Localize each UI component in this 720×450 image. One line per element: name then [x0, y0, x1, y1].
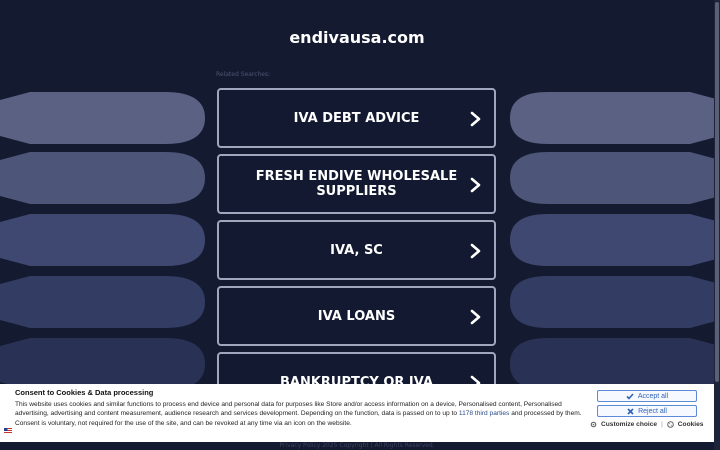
consent-body: This website uses cookies and similar fu…: [15, 400, 587, 428]
chevron-right-icon: [470, 309, 481, 325]
consent-secondary-links: Customize choice | Cookies: [590, 421, 703, 428]
consent-title: Consent to Cookies & Data processing: [15, 388, 154, 397]
close-icon: [627, 407, 634, 415]
result-label: IVA DEBT ADVICE: [293, 110, 420, 126]
chevron-right-icon: [470, 111, 481, 127]
result-link-iva-loans[interactable]: IVA LOANS: [217, 286, 496, 346]
site-title: endivausa.com: [289, 28, 425, 47]
accept-all-label: Accept all: [637, 392, 669, 400]
chevron-right-icon: [470, 243, 481, 259]
result-link-iva-sc[interactable]: IVA, SC: [217, 220, 496, 280]
related-searches-label: Related Searches:: [216, 71, 271, 78]
result-link-fresh-endive-wholesale-suppliers[interactable]: FRESH ENDIVE WHOLESALE SUPPLIERS: [217, 154, 496, 214]
accept-all-button[interactable]: Accept all: [597, 390, 697, 402]
reject-all-label: Reject all: [638, 407, 667, 415]
check-icon: [626, 392, 634, 400]
result-label: IVA LOANS: [317, 308, 396, 324]
result-label: IVA, SC: [330, 242, 383, 258]
scrollbar-thumb[interactable]: [715, 2, 719, 382]
footer-links[interactable]: Privacy Policy 2025 Copyright | All Righ…: [0, 442, 714, 449]
separator: |: [661, 421, 663, 428]
cookie-consent-banner: Consent to Cookies & Data processing Thi…: [0, 384, 714, 442]
gear-icon: [590, 421, 597, 428]
third-parties-link[interactable]: 1178 third parties: [459, 410, 509, 417]
cookie-icon: [666, 421, 674, 428]
reject-all-button[interactable]: Reject all: [597, 405, 697, 417]
cookies-link[interactable]: Cookies: [678, 421, 704, 428]
result-link-iva-debt-advice[interactable]: IVA DEBT ADVICE: [217, 88, 496, 148]
chevron-right-icon: [470, 177, 481, 193]
us-flag-icon[interactable]: [4, 428, 12, 434]
scrollbar[interactable]: [714, 0, 720, 450]
customize-choice-link[interactable]: Customize choice: [601, 421, 657, 428]
result-label: FRESH ENDIVE WHOLESALE SUPPLIERS: [255, 169, 458, 199]
